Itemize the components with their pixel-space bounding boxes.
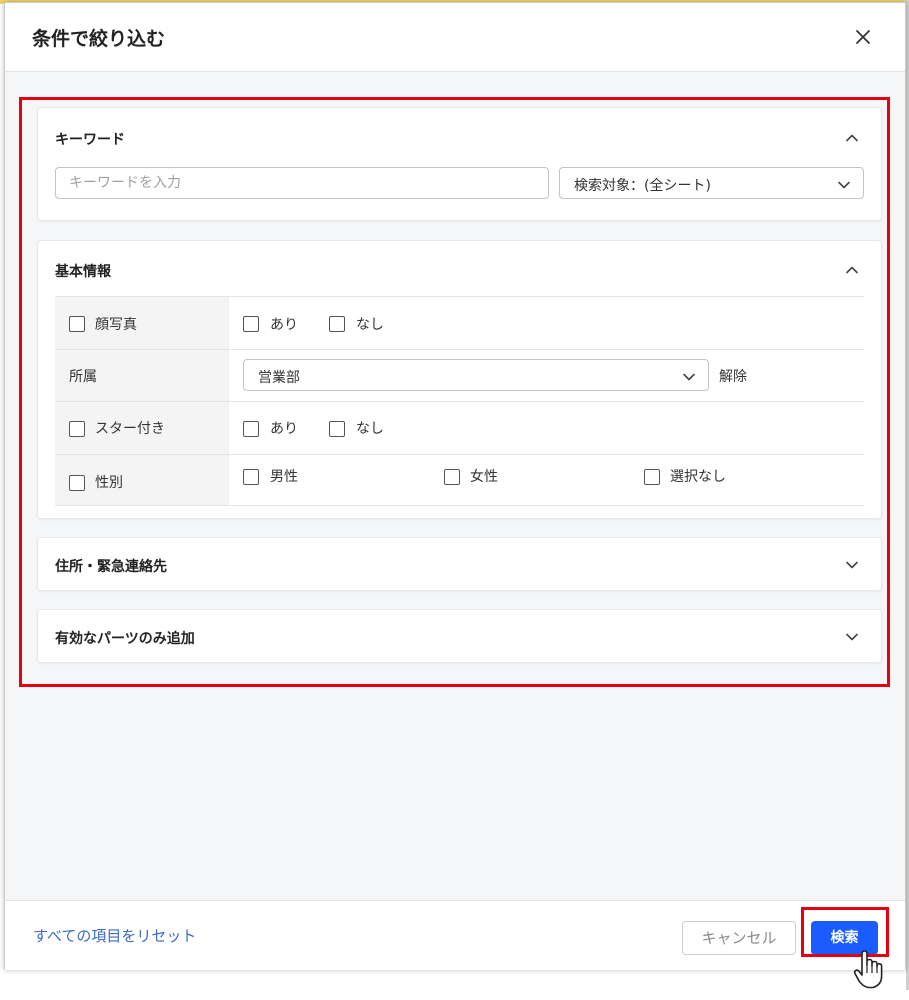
cancel-button[interactable]: キャンセル	[682, 921, 796, 955]
dialog-footer: すべての項目をリセット キャンセル 検索	[5, 900, 905, 970]
dialog-header: 条件で絞り込む	[5, 3, 905, 72]
highlight-frame-filters	[19, 97, 890, 687]
close-icon[interactable]	[851, 25, 875, 49]
hand-pointer-icon	[853, 950, 883, 989]
reset-all-link[interactable]: すべての項目をリセット	[33, 925, 196, 946]
dialog-title: 条件で絞り込む	[32, 28, 166, 50]
